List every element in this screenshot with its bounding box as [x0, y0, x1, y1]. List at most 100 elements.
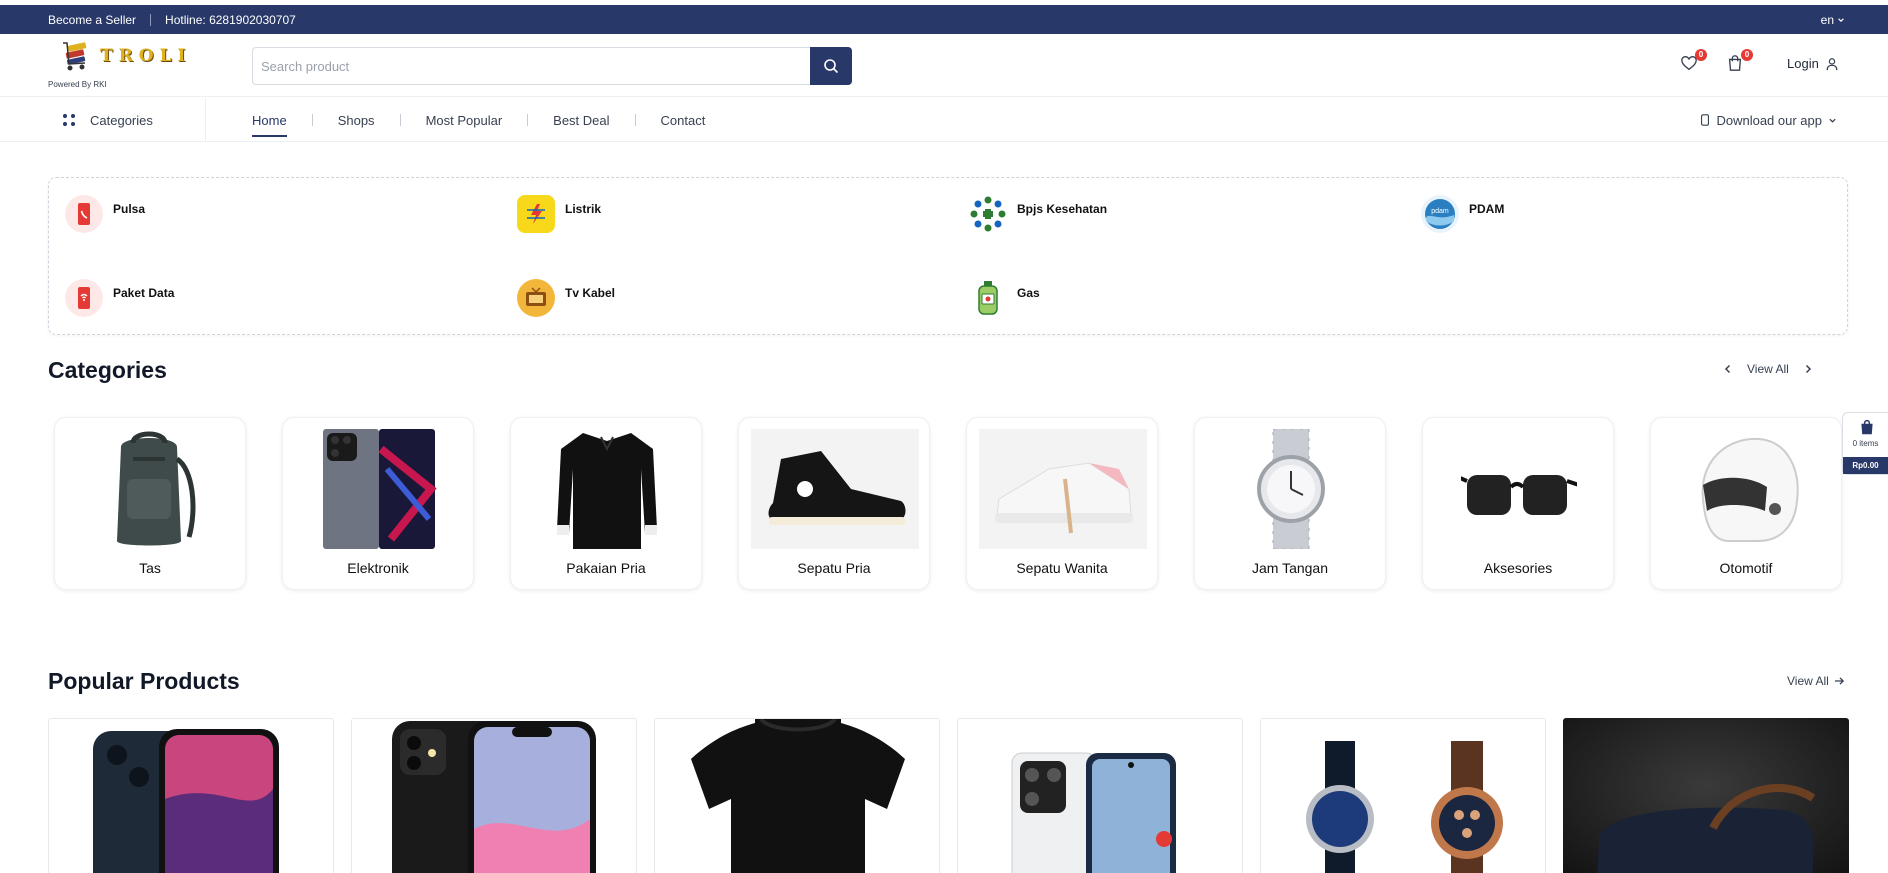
category-label: Sepatu Pria [797, 560, 871, 576]
service-label: Tv Kabel [565, 286, 616, 300]
search-button[interactable] [810, 47, 852, 85]
shirt-image [557, 433, 657, 549]
nav-divider [205, 98, 206, 142]
download-app-label: Download our app [1716, 112, 1822, 128]
nav-links: Home Shops Most Popular Best Deal Contac… [252, 98, 705, 142]
floating-cart-total: Rp0.00 [1843, 457, 1888, 474]
category-card-tas[interactable]: Tas [54, 417, 246, 590]
product-card-iphone-13[interactable] [48, 718, 334, 873]
chevron-down-icon [1838, 17, 1844, 22]
become-seller-link[interactable]: Become a Seller [48, 13, 136, 27]
floating-cart[interactable]: 0 items Rp0.00 [1842, 412, 1888, 475]
bpjs-icon [969, 195, 1007, 233]
wristwatch-image [1257, 429, 1325, 549]
iphone-13-image [93, 729, 279, 873]
product-card-iphone-11[interactable] [351, 718, 637, 873]
cart-count-badge: 0 [1741, 49, 1753, 61]
categories-title: Categories [48, 357, 167, 383]
service-label: PDAM [1469, 202, 1505, 216]
service-label: Listrik [565, 202, 602, 216]
language-label: en [1820, 12, 1834, 27]
category-card-sepatu-wanita[interactable]: Sepatu Wanita [966, 417, 1158, 590]
category-label: Tas [139, 560, 161, 576]
logo-subtitle: Powered By RKI [48, 80, 107, 89]
category-card-aksesories[interactable]: Aksesories [1422, 417, 1614, 590]
wishlist-button[interactable]: 0 [1680, 49, 1707, 76]
electricity-icon [517, 195, 555, 233]
categories-pager: View All [1723, 362, 1813, 376]
nav-link-home[interactable]: Home [252, 113, 287, 137]
chevron-left-icon[interactable] [1723, 364, 1733, 374]
product-card-watches[interactable] [1260, 718, 1546, 873]
category-label: Jam Tangan [1251, 560, 1328, 576]
service-bpjs[interactable]: Bpjs Kesehatan [969, 195, 1107, 233]
category-card-pakaian-pria[interactable]: Pakaian Pria [510, 417, 702, 590]
language-selector[interactable]: en [1821, 5, 1845, 34]
chevron-right-icon[interactable] [1803, 364, 1813, 374]
top-bar: Become a Seller Hotline: 6281902030707 e… [0, 5, 1888, 34]
login-label: Login [1787, 56, 1819, 71]
floating-cart-items: 0 items [1852, 439, 1879, 448]
helmet-image [1701, 437, 1799, 542]
service-paket-data[interactable]: Paket Data [65, 279, 174, 317]
troli-logo[interactable]: TROLI Powered By RKI [48, 38, 188, 94]
service-listrik[interactable]: Listrik [517, 195, 601, 233]
category-card-otomotif[interactable]: Otomotif [1650, 417, 1842, 590]
category-label: Aksesories [1483, 560, 1553, 576]
sunglasses-image [1461, 475, 1577, 515]
smartphone-image [323, 429, 437, 549]
top-bar-divider [150, 13, 152, 26]
bill-payment-services: Pulsa Listrik Bpjs Kesehatan pdam PDAM P… [48, 177, 1848, 335]
nav-link-contact[interactable]: Contact [661, 113, 706, 128]
chevron-down-icon [1829, 118, 1836, 123]
backpack-image [117, 431, 196, 546]
nav-link-best-deal[interactable]: Best Deal [553, 113, 609, 128]
login-button[interactable]: Login [1787, 56, 1839, 71]
service-label: Paket Data [113, 286, 175, 300]
gas-cylinder-icon [969, 279, 1007, 317]
service-tv-kabel[interactable]: Tv Kabel [517, 279, 615, 317]
category-card-jam-tangan[interactable]: Jam Tangan [1194, 417, 1386, 590]
nav-link-shops[interactable]: Shops [338, 113, 375, 128]
cart-logo-icon [63, 42, 87, 71]
download-app-dropdown[interactable]: Download our app [1700, 98, 1837, 142]
cart-button[interactable]: 0 [1726, 49, 1753, 76]
shopping-bag-icon [1861, 419, 1873, 435]
service-gas[interactable]: Gas [969, 279, 1040, 317]
iphone-11-image [392, 721, 596, 873]
service-pdam[interactable]: pdam PDAM [1421, 195, 1504, 233]
nav-separator [311, 114, 313, 126]
main-nav: Categories Home Shops Most Popular Best … [0, 98, 1888, 142]
search-bar [252, 47, 852, 85]
nav-separator [527, 114, 529, 126]
mobile-phone-icon [1701, 114, 1710, 126]
product-card-xiaomi-14[interactable] [957, 718, 1243, 873]
svg-text:pdam: pdam [1431, 208, 1449, 215]
arrow-right-icon [1834, 677, 1844, 685]
wishlist-count-badge: 0 [1695, 49, 1707, 61]
product-card-tshirt[interactable] [654, 718, 940, 873]
logo-text: TROLI [100, 46, 192, 66]
wristwatches-image [1306, 741, 1503, 873]
site-header: TROLI Powered By RKI 0 0 Login [0, 34, 1888, 97]
category-label: Pakaian Pria [566, 560, 646, 576]
pdam-icon: pdam [1421, 195, 1459, 233]
category-label: Otomotif [1719, 560, 1773, 576]
product-card-bag[interactable] [1563, 718, 1849, 873]
xiaomi-14-image [1011, 752, 1176, 873]
phone-icon [65, 195, 103, 233]
category-card-elektronik[interactable]: Elektronik [282, 417, 474, 590]
popular-view-all-link[interactable]: View All [1787, 674, 1845, 688]
nav-separator [634, 114, 636, 126]
categories-view-all-link[interactable]: View All [1747, 362, 1789, 376]
hotline-text: Hotline: 6281902030707 [165, 12, 296, 27]
data-package-icon [65, 279, 103, 317]
category-card-sepatu-pria[interactable]: Sepatu Pria [738, 417, 930, 590]
service-pulsa[interactable]: Pulsa [65, 195, 145, 233]
service-label: Bpjs Kesehatan [1017, 202, 1108, 216]
search-input[interactable] [253, 48, 810, 84]
nav-separator [399, 114, 401, 126]
category-label: Elektronik [347, 560, 409, 576]
categories-menu-button[interactable]: Categories [62, 98, 153, 142]
nav-link-most-popular[interactable]: Most Popular [426, 113, 503, 128]
